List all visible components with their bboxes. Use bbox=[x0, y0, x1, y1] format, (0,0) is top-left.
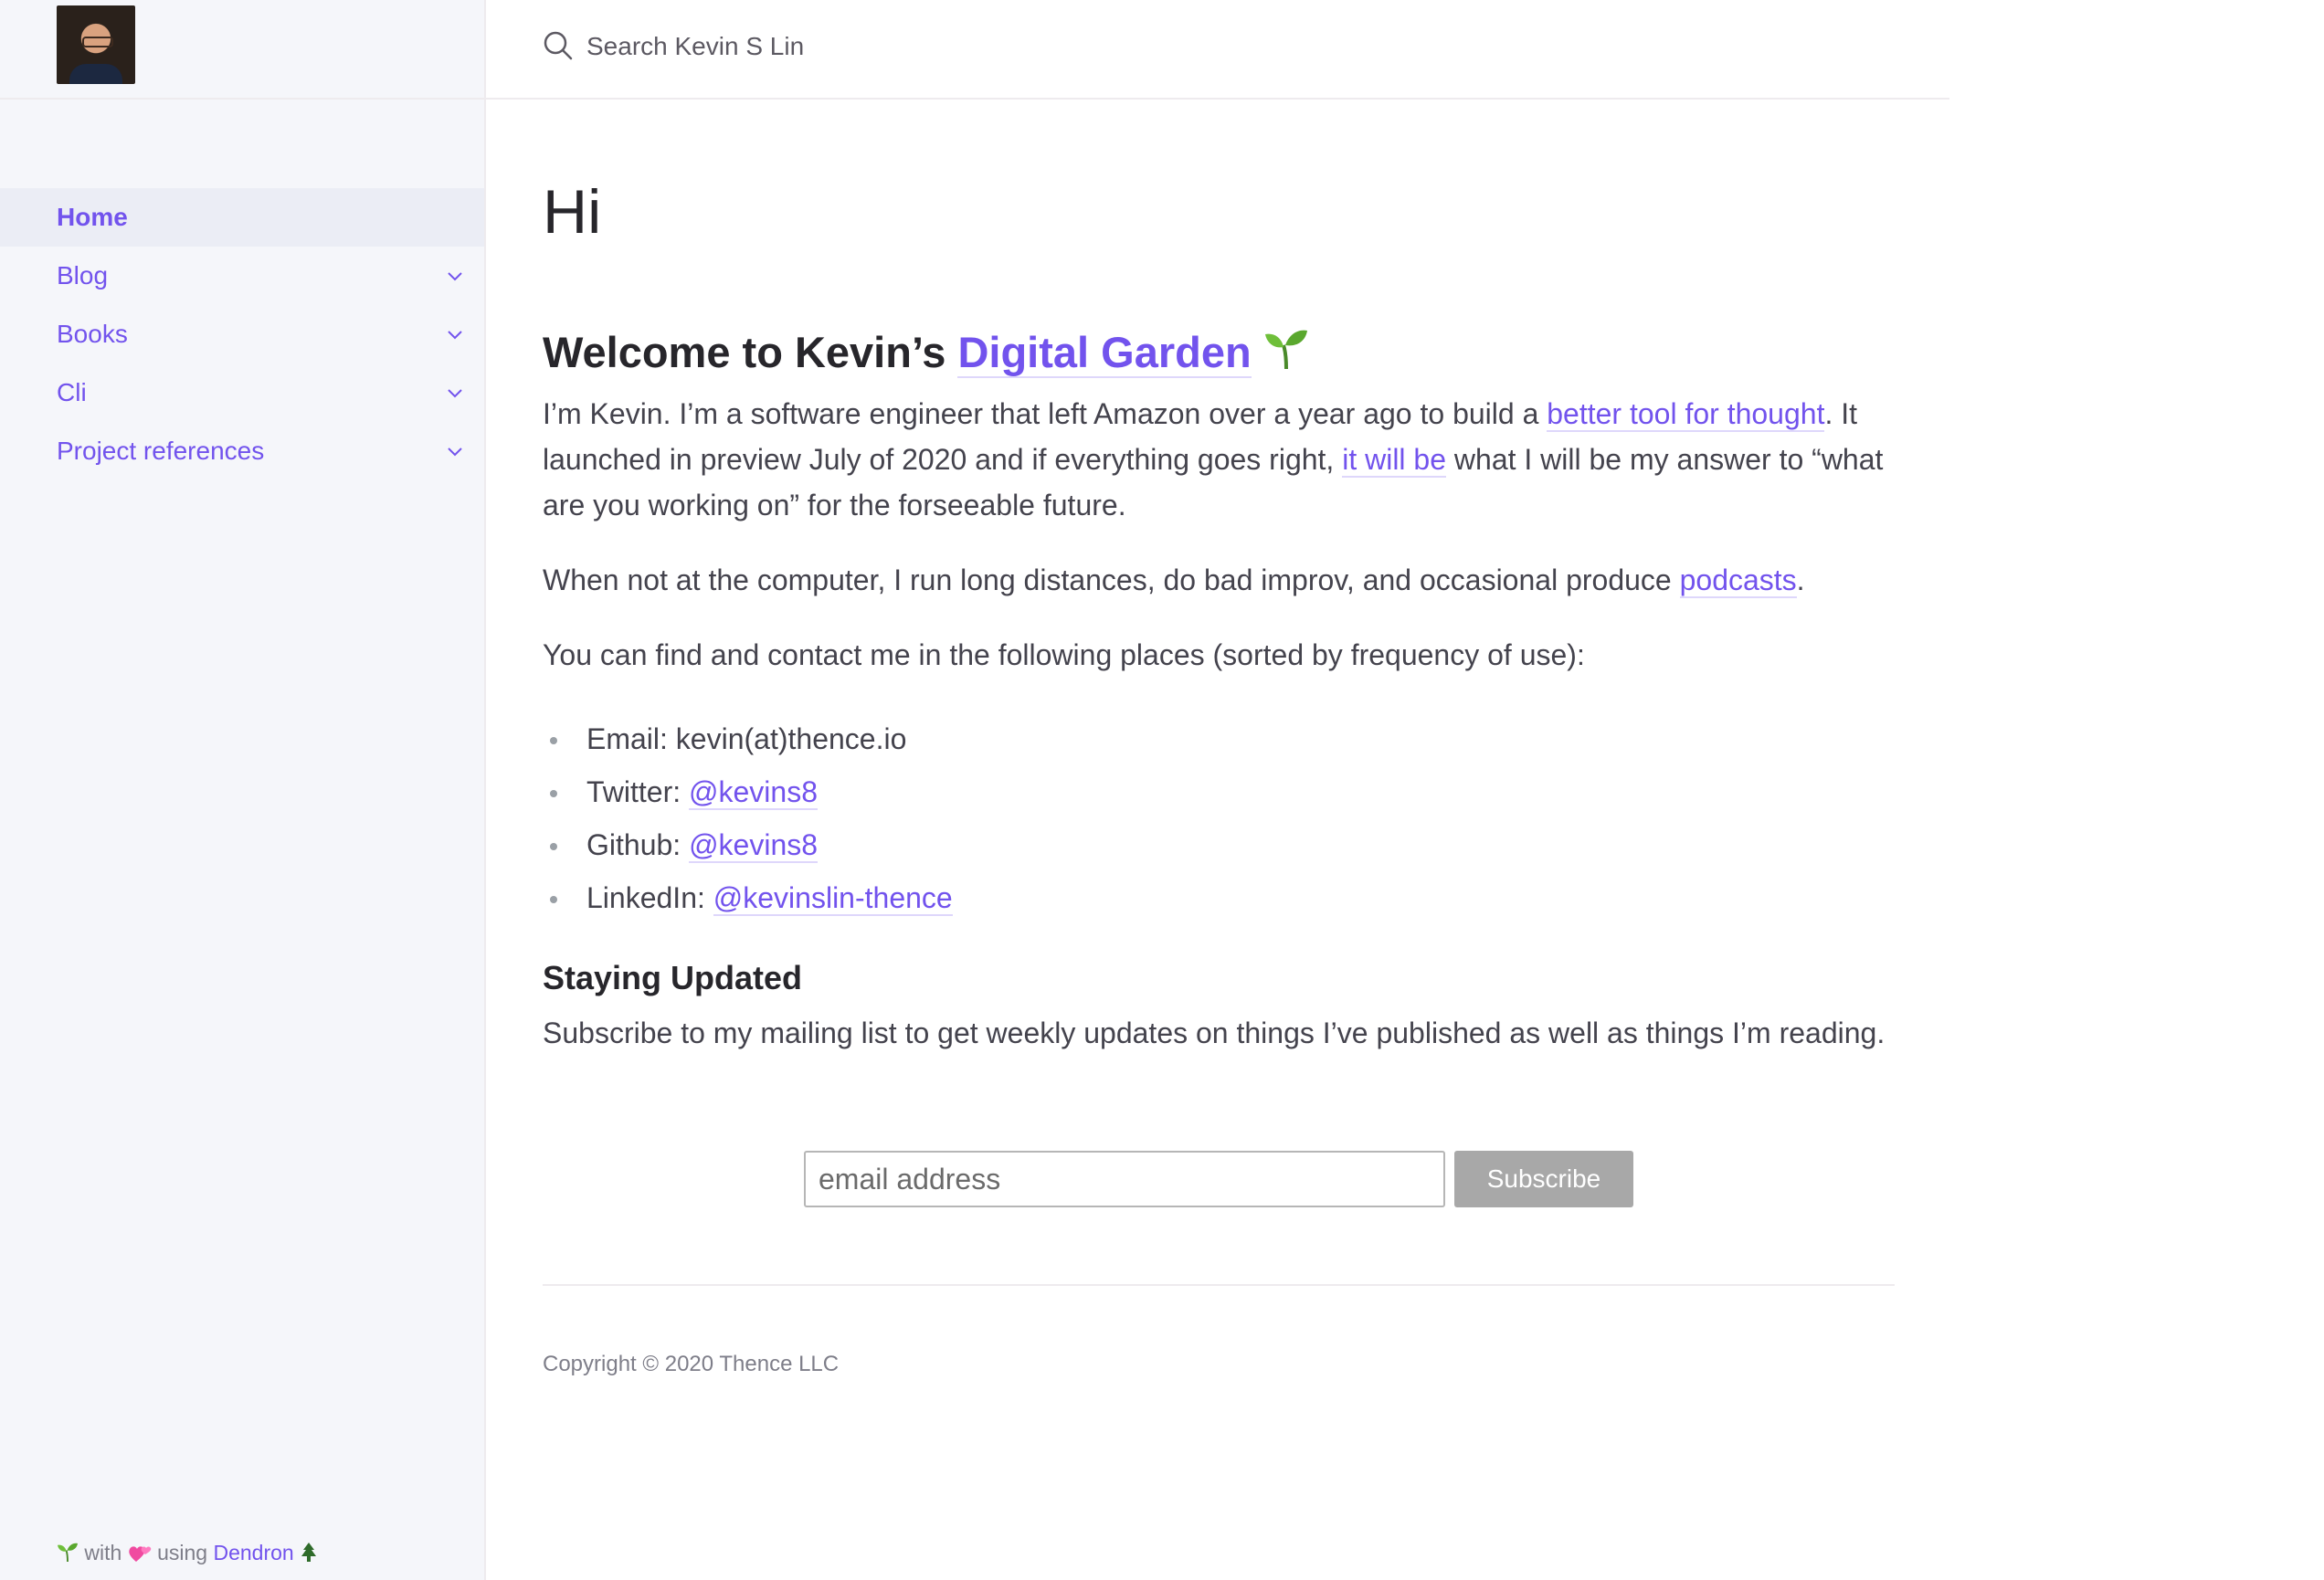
page-title: Hi bbox=[543, 177, 602, 247]
list-item-twitter: Twitter: @kevins8 bbox=[543, 765, 953, 818]
avatar-glasses bbox=[82, 37, 113, 47]
two-hearts-icon bbox=[128, 1546, 151, 1562]
github-link[interactable]: @kevins8 bbox=[689, 828, 819, 863]
it-will-be-link[interactable]: it will be bbox=[1342, 443, 1447, 478]
dendron-link[interactable]: Dendron bbox=[213, 1541, 293, 1564]
sidebar: Home Blog Books Cli Project references w… bbox=[0, 0, 486, 1580]
sidebar-item-project-references[interactable]: Project references bbox=[0, 422, 484, 480]
sidebar-item-home[interactable]: Home bbox=[0, 188, 484, 247]
subscribe-description: Subscribe to my mailing list to get week… bbox=[543, 1016, 1886, 1049]
sidebar-item-label: Cli bbox=[57, 378, 87, 406]
copyright: Copyright © 2020 Thence LLC bbox=[543, 1352, 840, 1376]
intro-paragraph: I’m Kevin. I’m a software engineer that … bbox=[543, 391, 1895, 528]
list-item-email: Email: kevin(at)thence.io bbox=[543, 712, 953, 765]
welcome-prefix: Welcome to Kevin’s bbox=[543, 328, 958, 376]
contact-label: LinkedIn: bbox=[586, 881, 713, 914]
seedling-icon bbox=[1264, 330, 1307, 370]
seedling-icon bbox=[58, 1543, 78, 1563]
contact-intro: You can find and contact me in the follo… bbox=[543, 638, 1585, 671]
search-icon bbox=[544, 31, 573, 60]
hobbies-text: When not at the computer, I run long dis… bbox=[543, 564, 1680, 596]
sidebar-footer: with using Dendron bbox=[57, 1541, 318, 1565]
better-tool-link[interactable]: better tool for thought bbox=[1547, 397, 1825, 432]
chevron-down-icon[interactable] bbox=[446, 325, 464, 343]
sidebar-item-label: Project references bbox=[57, 437, 265, 465]
search-bar bbox=[486, 0, 1949, 100]
contact-label: Github: bbox=[586, 828, 690, 861]
sidebar-item-label: Blog bbox=[57, 261, 109, 290]
footer-text-using: using bbox=[151, 1541, 214, 1564]
sidebar-item-label: Home bbox=[57, 203, 128, 231]
chevron-down-icon[interactable] bbox=[446, 442, 464, 460]
footer-text-with: with bbox=[79, 1541, 128, 1564]
podcasts-link[interactable]: podcasts bbox=[1679, 564, 1797, 598]
digital-garden-link[interactable]: Digital Garden bbox=[957, 328, 1252, 378]
hobbies-text: . bbox=[1796, 564, 1805, 596]
intro-text: I’m Kevin. I’m a software engineer that … bbox=[543, 397, 1548, 430]
sidebar-item-cli[interactable]: Cli bbox=[0, 363, 484, 422]
evergreen-tree-icon bbox=[301, 1543, 317, 1562]
staying-updated-heading: Staying Updated bbox=[543, 959, 803, 996]
linkedin-link[interactable]: @kevinslin-thence bbox=[713, 881, 953, 916]
welcome-heading: Welcome to Kevin’s Digital Garden bbox=[543, 327, 1309, 378]
hobbies-paragraph: When not at the computer, I run long dis… bbox=[543, 557, 1895, 603]
chevron-down-icon[interactable] bbox=[446, 267, 464, 285]
footer-divider bbox=[543, 1284, 1895, 1286]
email-field[interactable] bbox=[804, 1151, 1445, 1207]
list-item-github: Github: @kevins8 bbox=[543, 818, 953, 871]
sidebar-item-blog[interactable]: Blog bbox=[0, 247, 484, 305]
sidebar-item-label: Books bbox=[57, 320, 128, 348]
contact-label: Email: bbox=[586, 722, 676, 755]
search-input[interactable] bbox=[585, 24, 1228, 69]
sidebar-item-books[interactable]: Books bbox=[0, 305, 484, 363]
sidebar-nav: Home Blog Books Cli Project references bbox=[0, 188, 484, 480]
twitter-link[interactable]: @kevins8 bbox=[689, 775, 818, 810]
email-value: kevin(at)thence.io bbox=[675, 722, 907, 755]
chevron-down-icon[interactable] bbox=[446, 384, 464, 402]
subscribe-button[interactable]: Subscribe bbox=[1454, 1151, 1633, 1207]
avatar-shirt bbox=[69, 64, 122, 84]
contact-list: Email: kevin(at)thence.io Twitter: @kevi… bbox=[543, 712, 953, 924]
sidebar-header bbox=[0, 0, 484, 100]
list-item-linkedin: LinkedIn: @kevinslin-thence bbox=[543, 871, 953, 924]
avatar[interactable] bbox=[57, 5, 135, 84]
contact-label: Twitter: bbox=[586, 775, 690, 808]
